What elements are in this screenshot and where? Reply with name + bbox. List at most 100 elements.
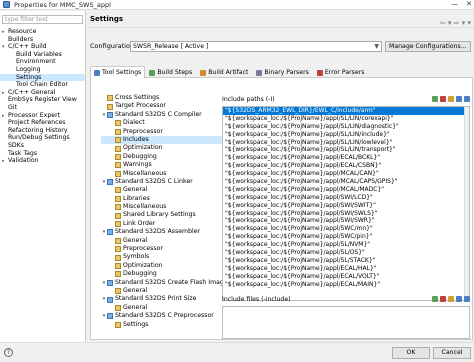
- settings-icon: [107, 103, 113, 110]
- configuration-label: Configuration:: [90, 42, 137, 50]
- include-path-item[interactable]: "${workspace_loc:/${ProjName}/appl/MCAL/…: [223, 170, 469, 178]
- settings-icon: [115, 254, 121, 261]
- tool-icon: [107, 229, 113, 236]
- add-icon[interactable]: [432, 296, 438, 302]
- tool-tree-label: Shared Library Settings: [123, 211, 196, 219]
- include-path-item[interactable]: "${workspace_loc:/${ProjName}/appl/ECAL/…: [223, 162, 469, 170]
- tab[interactable]: Build Artifact: [196, 66, 252, 78]
- include-path-item[interactable]: "${workspace_loc:/${ProjName}/appl/SL/LI…: [223, 123, 469, 131]
- nav-item[interactable]: Settings: [0, 73, 85, 82]
- tool-tree-label: Preprocessor: [123, 127, 163, 135]
- include-path-item[interactable]: "${workspace_loc:/${ProjName}/appl/SL/ST…: [223, 257, 469, 265]
- ok-button[interactable]: OK: [392, 347, 430, 359]
- move-down-icon[interactable]: [464, 296, 470, 302]
- move-up-icon[interactable]: [456, 96, 462, 102]
- settings-icon: [115, 145, 121, 152]
- button-bar: ? OK Cancel: [0, 342, 474, 362]
- nav-item[interactable]: ▸ Processor Expert: [0, 112, 85, 120]
- nav-item[interactable]: Git: [0, 104, 85, 112]
- include-path-item[interactable]: "${workspace_loc:/${ProjName}/appl/SWI/L…: [223, 194, 469, 202]
- nav-item-label: Refactoring History: [8, 126, 68, 134]
- delete-icon[interactable]: [440, 296, 446, 302]
- tab-icon: [94, 69, 100, 76]
- edit-icon[interactable]: [448, 296, 454, 302]
- include-path-item[interactable]: "${workspace_loc:/${ProjName}/appl/SL/LI…: [223, 131, 469, 139]
- configuration-select[interactable]: SWSR_Release [ Active ] ▼: [130, 40, 382, 52]
- tool-tree-label: Standard S32DS Print Size: [115, 295, 197, 303]
- include-path-item[interactable]: "${workspace_loc:/${ProjName}/appl/SWC/p…: [223, 233, 469, 241]
- cancel-button[interactable]: Cancel: [433, 347, 471, 359]
- tab-label: Binary Parsers: [264, 68, 309, 76]
- tool-tree-label: General: [123, 303, 148, 311]
- include-path-item[interactable]: "${workspace_loc:/${ProjName}/appl/SL/LI…: [223, 139, 469, 147]
- include-path-item[interactable]: "${S32DS_ARM32_EWL_DIR}/EWL_C/include/ar…: [223, 107, 469, 115]
- include-path-item[interactable]: "${workspace_loc:/${ProjName}/appl/ECAL/…: [223, 273, 469, 281]
- settings-icon: [115, 170, 121, 177]
- nav-item[interactable]: SDKs: [0, 142, 85, 150]
- settings-panel: Settings ⇦ ▾ ⇨ ▾ ▾ Configuration: SWSR_R…: [87, 11, 474, 342]
- nav-item[interactable]: ▸ Resource: [0, 28, 85, 36]
- settings-icon: [107, 95, 113, 102]
- include-path-item[interactable]: "${workspace_loc:/${ProjName}/appl/SL/LI…: [223, 146, 469, 154]
- configuration-row: Configuration: SWSR_Release [ Active ] ▼…: [90, 39, 473, 53]
- nav-item[interactable]: EmbSys Register View: [0, 96, 85, 104]
- nav-item[interactable]: Run/Debug Settings: [0, 134, 85, 142]
- nav-item-label: Logging: [16, 65, 41, 73]
- nav-item[interactable]: Environment: [0, 58, 85, 66]
- include-path-item[interactable]: "${workspace_loc:/${ProjName}/appl/SWI/S…: [223, 202, 469, 210]
- include-path-item[interactable]: "${workspace_loc:/${ProjName}/appl/SWC/m…: [223, 225, 469, 233]
- include-path-item[interactable]: "${workspace_loc:/${ProjName}/appl/SL/OS…: [223, 249, 469, 257]
- include-path-item[interactable]: "${workspace_loc:/${ProjName}/appl/SL/LI…: [223, 115, 469, 123]
- nav-item[interactable]: Task Tags: [0, 150, 85, 158]
- nav-item[interactable]: Project References: [0, 119, 85, 127]
- settings-icon: [115, 153, 121, 160]
- settings-icon: [115, 212, 121, 219]
- include-path-item[interactable]: "${workspace_loc:/${ProjName}/appl/MCAL/…: [223, 178, 469, 186]
- nav-item[interactable]: ▸ C/C++ General: [0, 89, 85, 97]
- tab[interactable]: Tool Settings: [90, 66, 146, 78]
- nav-item[interactable]: Logging: [0, 66, 85, 74]
- tab[interactable]: Build Steps: [145, 66, 196, 78]
- nav-item[interactable]: Tool Chain Editor: [0, 81, 85, 89]
- tab[interactable]: Error Parsers: [313, 66, 369, 78]
- include-path-item[interactable]: "${workspace_loc:/${ProjName}/appl/SWI/S…: [223, 210, 469, 218]
- manage-configurations-button[interactable]: Manage Configurations...: [385, 40, 471, 52]
- nav-item-label: SDKs: [8, 141, 24, 149]
- include-path-item[interactable]: "${workspace_loc:/${ProjName}/appl/SWI/S…: [223, 217, 469, 225]
- include-path-item[interactable]: "${workspace_loc:/${ProjName}/appl/ECAL/…: [223, 281, 469, 289]
- nav-item[interactable]: Build Variables: [0, 51, 85, 59]
- window-title: Properties for MMC_SWS_appl: [14, 0, 111, 9]
- settings-icon: [115, 271, 121, 278]
- nav-item[interactable]: Builders: [0, 36, 85, 44]
- tab[interactable]: Binary Parsers: [252, 66, 312, 78]
- tab-icon: [256, 69, 263, 76]
- settings-icon: [115, 162, 121, 169]
- nav-item-label: Git: [8, 103, 17, 111]
- include-paths-section: Include paths (-I) "${S32DS_ARM32_EWL_DI…: [222, 95, 474, 301]
- nav-item[interactable]: ▾ C/C++ Build: [0, 43, 85, 51]
- scrollbar[interactable]: [464, 107, 469, 300]
- include-paths-list[interactable]: "${S32DS_ARM32_EWL_DIR}/EWL_C/include/ar…: [222, 106, 470, 301]
- edit-icon[interactable]: [448, 96, 454, 102]
- include-path-item[interactable]: "${workspace_loc:/${ProjName}/appl/ECAL/…: [223, 154, 469, 162]
- filter-input[interactable]: type filter text: [2, 15, 83, 24]
- nav-buttons[interactable]: ⇦ ▾ ⇨ ▾ ▾: [440, 15, 471, 32]
- tool-tree-label: Miscellaneous: [123, 169, 167, 177]
- move-down-icon[interactable]: [464, 96, 470, 102]
- nav-item-label: EmbSys Register View: [8, 96, 77, 104]
- include-path-item[interactable]: "${workspace_loc:/${ProjName}/appl/ECAL/…: [223, 265, 469, 273]
- app-icon: [3, 1, 10, 8]
- window-controls: — ✕: [451, 0, 472, 8]
- delete-icon[interactable]: [440, 96, 446, 102]
- help-icon[interactable]: ?: [4, 348, 13, 357]
- close-icon[interactable]: ✕: [466, 0, 472, 8]
- include-path-item[interactable]: "${workspace_loc:/${ProjName}/appl/MCAL/…: [223, 186, 469, 194]
- include-path-item[interactable]: "${workspace_loc:/${ProjName}/appl/SL/NV…: [223, 241, 469, 249]
- include-paths-label: Include paths (-I): [222, 96, 275, 103]
- nav-item[interactable]: ▸ Validation: [0, 157, 85, 165]
- move-up-icon[interactable]: [456, 296, 462, 302]
- add-icon[interactable]: [432, 96, 438, 102]
- include-files-list[interactable]: [222, 306, 470, 339]
- minimize-icon[interactable]: —: [451, 0, 458, 8]
- nav-item[interactable]: Refactoring History: [0, 127, 85, 135]
